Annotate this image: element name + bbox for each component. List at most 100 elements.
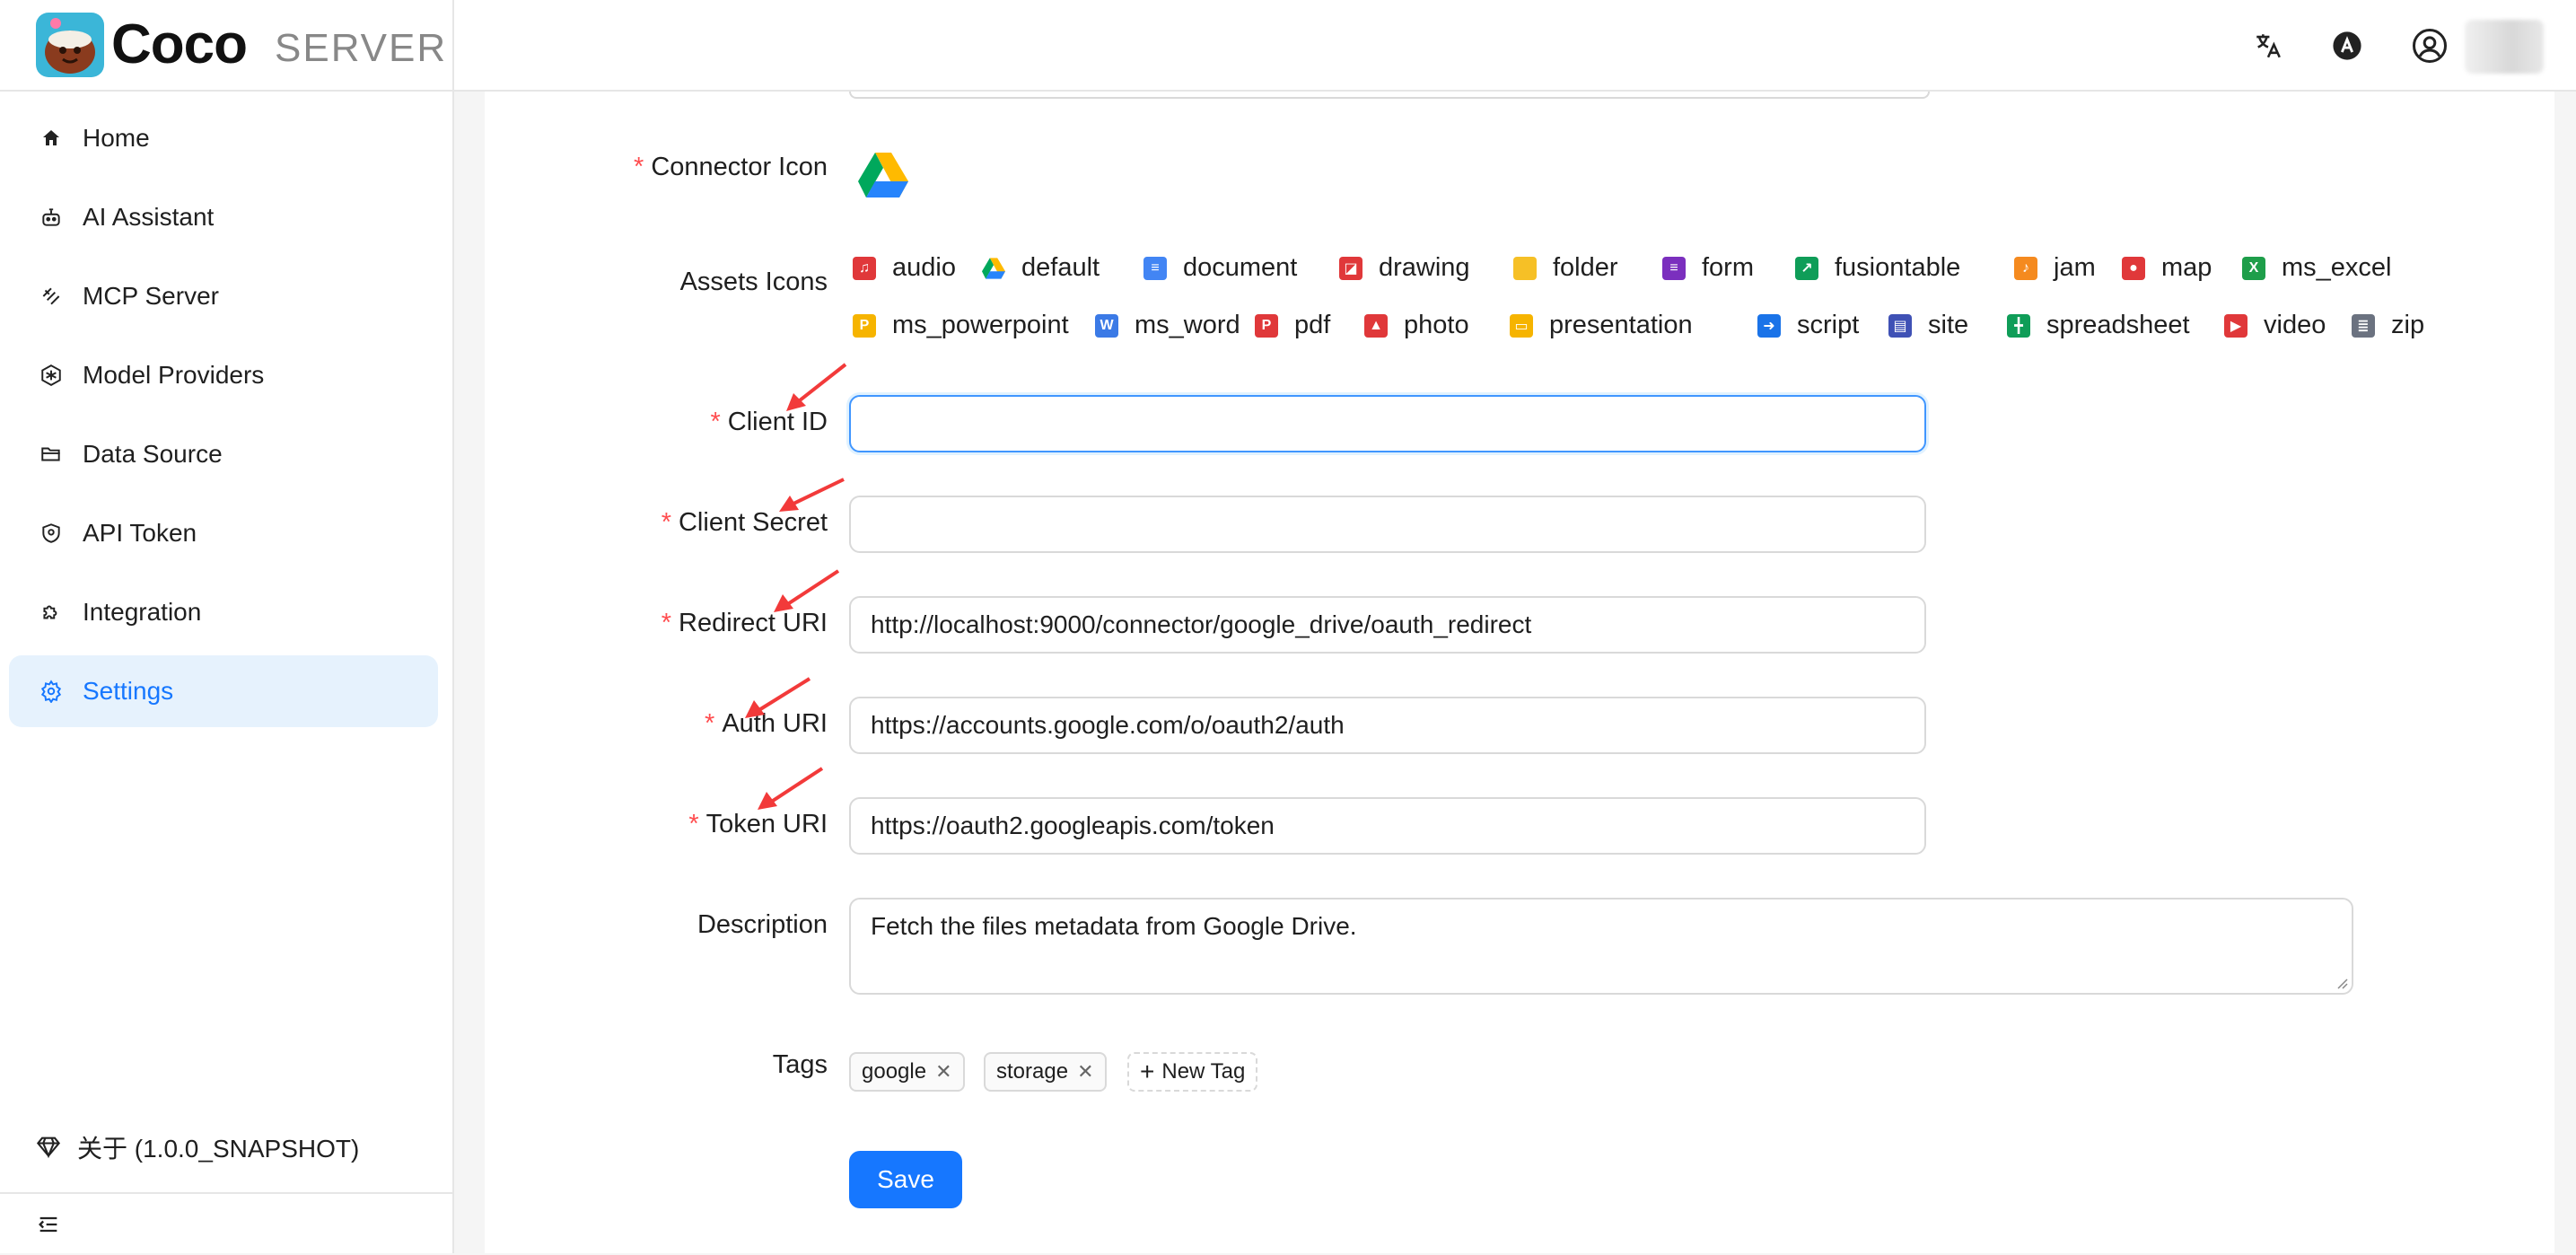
asset-folder: folder [1513,253,1618,283]
resize-handle-icon[interactable] [2334,975,2348,989]
asset-audio: ♫ audio [853,253,956,283]
theme-icon[interactable] [2325,23,2370,68]
tags-label: Tags [772,1050,828,1079]
description-label: Description [697,910,828,939]
redirect-uri-input[interactable]: http://localhost:9000/connector/google_d… [849,596,1926,654]
coco-logo-icon [36,13,104,77]
sidebar-item-label: MCP Server [83,282,219,310]
google-drive-icon [858,153,908,197]
asset-default: default [982,253,1100,283]
zip-icon: ≣ [2352,313,2375,338]
mcp-icon [38,283,65,310]
powerpoint-icon: P [853,313,876,338]
about-version[interactable]: 关于 (1.0.0_SNAPSHOT) [36,1129,359,1165]
asset-ms-word: Wms_word [1095,311,1240,340]
sidebar-item-label: Integration [83,598,202,626]
token-uri-label: * Token URI [688,810,828,838]
excel-icon: X [2242,256,2265,280]
sidebar-item-home[interactable]: Home [9,102,438,174]
sidebar-item-label: API Token [83,519,197,547]
audio-icon: ♫ [853,256,876,280]
pdf-icon: P [1255,313,1278,338]
logo-area: Coco SERVER [0,0,454,92]
drive-icon [982,257,1005,280]
annotation-arrow-icon [758,767,824,810]
annotation-arrow-icon [779,478,845,512]
asset-jam: ♪ jam [2014,253,2096,283]
menu-fold-icon[interactable] [36,1212,61,1237]
folder-open-icon [38,441,65,468]
sidebar-item-label: Home [83,124,150,152]
description-text: Fetch the files metadata from Google Dri… [871,912,1357,940]
tag-storage: storage ✕ [984,1052,1107,1092]
asset-photo: ▲ photo [1364,311,1469,340]
document-icon: ≡ [1143,256,1167,280]
sidebar-item-label: Data Source [83,440,223,468]
sidebar-item-model-providers[interactable]: Model Providers [9,339,438,411]
drawing-icon: ◪ [1339,256,1362,280]
model-icon [38,362,65,389]
map-pin-icon: ● [2122,256,2145,280]
fusiontable-icon: ↗ [1795,256,1818,280]
asset-pdf: Ppdf [1255,311,1330,340]
settings-form: * Connector Icon Assets Icons ♫ audio defa… [485,92,2554,1253]
presentation-icon: ▭ [1510,313,1533,338]
gear-icon [38,678,65,705]
client-secret-input[interactable] [849,496,1926,553]
connector-icon-label: * Connector Icon [634,153,828,181]
sidebar-item-label: Model Providers [83,361,265,389]
close-icon[interactable]: ✕ [1077,1060,1093,1084]
sidebar-item-settings[interactable]: Settings [9,655,438,727]
sidebar-item-data-source[interactable]: Data Source [9,418,438,490]
sidebar-item-ai-assistant[interactable]: AI Assistant [9,181,438,253]
sidebar-collapse[interactable] [0,1192,452,1255]
asset-map: ● map [2122,253,2212,283]
annotation-arrow-icon [745,677,811,718]
script-icon: ➜ [1757,313,1781,338]
client-id-input[interactable] [849,395,1926,452]
video-icon: ▶ [2224,313,2247,338]
asset-video: ▶ video [2224,311,2326,340]
annotation-arrow-icon [786,363,847,411]
token-uri-input[interactable]: https://oauth2.googleapis.com/token [849,797,1926,855]
save-button[interactable]: Save [849,1151,962,1208]
sidebar-item-mcp-server[interactable]: MCP Server [9,260,438,332]
sidebar-item-integration[interactable]: Integration [9,576,438,648]
user-account-icon[interactable] [2407,23,2452,68]
spreadsheet-icon: ╋ [2007,313,2030,338]
description-textarea[interactable]: Fetch the files metadata from Google Dri… [849,898,2353,995]
about-label: 关于 (1.0.0_SNAPSHOT) [77,1135,360,1163]
asset-zip: ≣ zip [2352,311,2424,340]
sidebar-item-label: Settings [83,677,174,705]
asset-spreadsheet: ╋ spreadsheet [2007,311,2190,340]
jam-icon: ♪ [2014,256,2037,280]
asset-presentation: ▭ presentation [1510,311,1693,340]
asset-site: ▤ site [1888,311,1968,340]
home-icon [38,125,65,152]
plus-icon: + [1140,1058,1155,1085]
diamond-icon [36,1134,63,1161]
sidebar-item-api-token[interactable]: API Token [9,497,438,569]
word-icon: W [1095,313,1118,338]
asset-script: ➜ script [1757,311,1859,340]
auth-uri-input[interactable]: https://accounts.google.com/o/oauth2/aut… [849,697,1926,754]
sidebar: Home AI Assistant MCP Server Model Provi… [0,92,454,1253]
new-tag-button[interactable]: + New Tag [1127,1052,1258,1092]
assets-icons-label: Assets Icons [679,268,828,296]
sidebar-item-label: AI Assistant [83,203,215,231]
asset-ms-excel: Xms_excel [2242,253,2392,283]
asset-ms-powerpoint: Pms_powerpoint [853,311,1069,340]
asset-form: ≡ form [1662,253,1754,283]
shield-icon [38,520,65,547]
asset-fusiontable: ↗ fusiontable [1795,253,1960,283]
close-icon[interactable]: ✕ [935,1060,951,1084]
translate-icon[interactable] [2246,23,2291,68]
asset-document: ≡ document [1143,253,1297,283]
robot-icon [38,204,65,231]
app-name: Coco [111,13,248,75]
photo-icon: ▲ [1364,313,1388,338]
top-header: Coco SERVER [0,0,2576,92]
site-icon: ▤ [1888,313,1912,338]
asset-drawing: ◪ drawing [1339,253,1470,283]
avatar[interactable] [2465,20,2544,74]
